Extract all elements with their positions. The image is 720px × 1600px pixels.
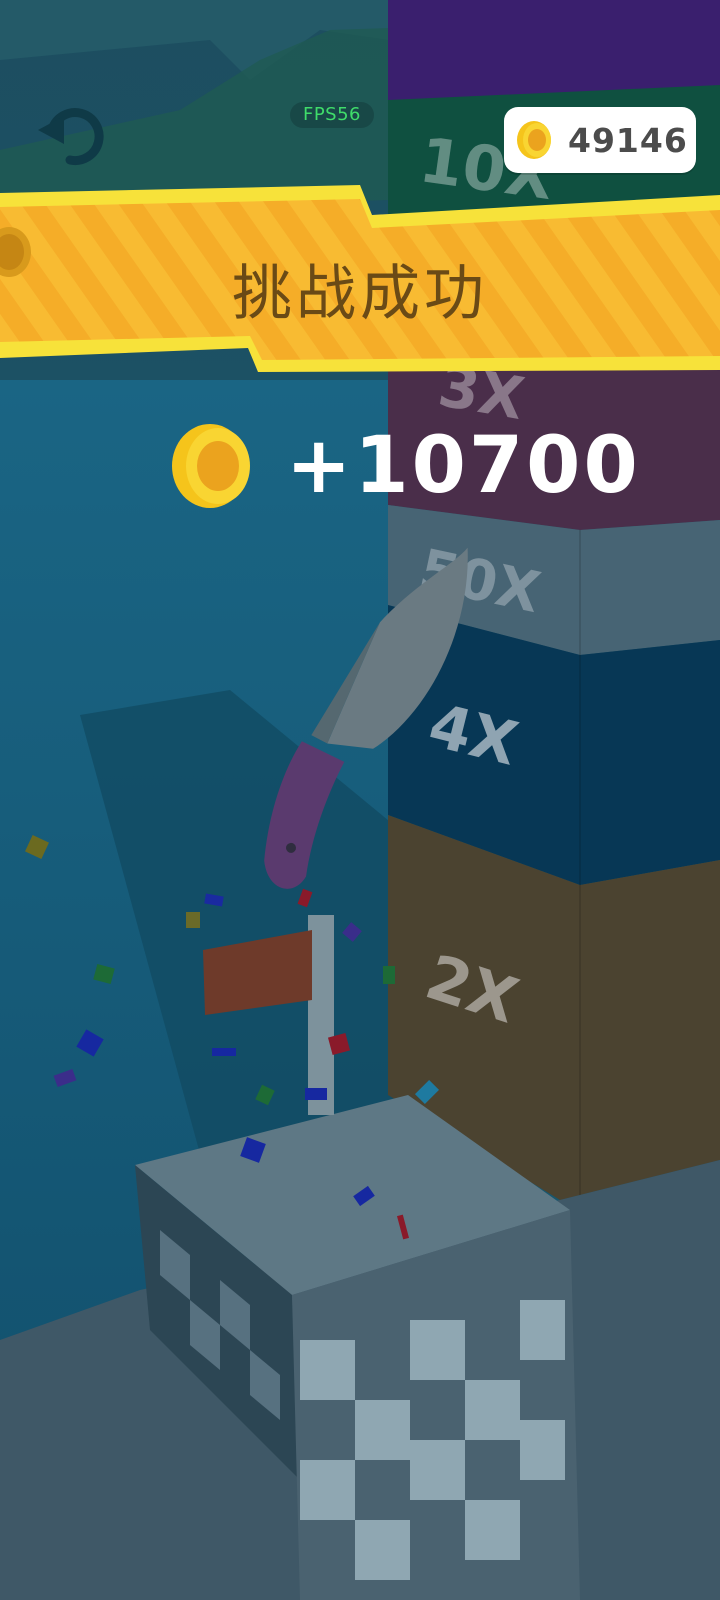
restart-arrow-icon [38,108,104,166]
reward-display: +10700 [170,418,641,514]
fps-counter: FPS56 [290,102,374,128]
gold-coin-icon [517,121,551,159]
game-screen: 10X 3X 50X 4X 2X FPS56 49146 挑战成功 +10700 [0,0,720,1600]
gold-coin-icon [172,424,250,508]
coin-total: 49146 [568,120,688,160]
coin-total-box[interactable]: 49146 [504,107,696,173]
tower-block-top [388,0,720,100]
reward-amount: +10700 [286,421,641,511]
restart-button[interactable] [34,100,106,168]
game-scene: 10X 3X 50X 4X 2X [0,0,720,1600]
challenge-success-title: 挑战成功 [232,259,488,329]
